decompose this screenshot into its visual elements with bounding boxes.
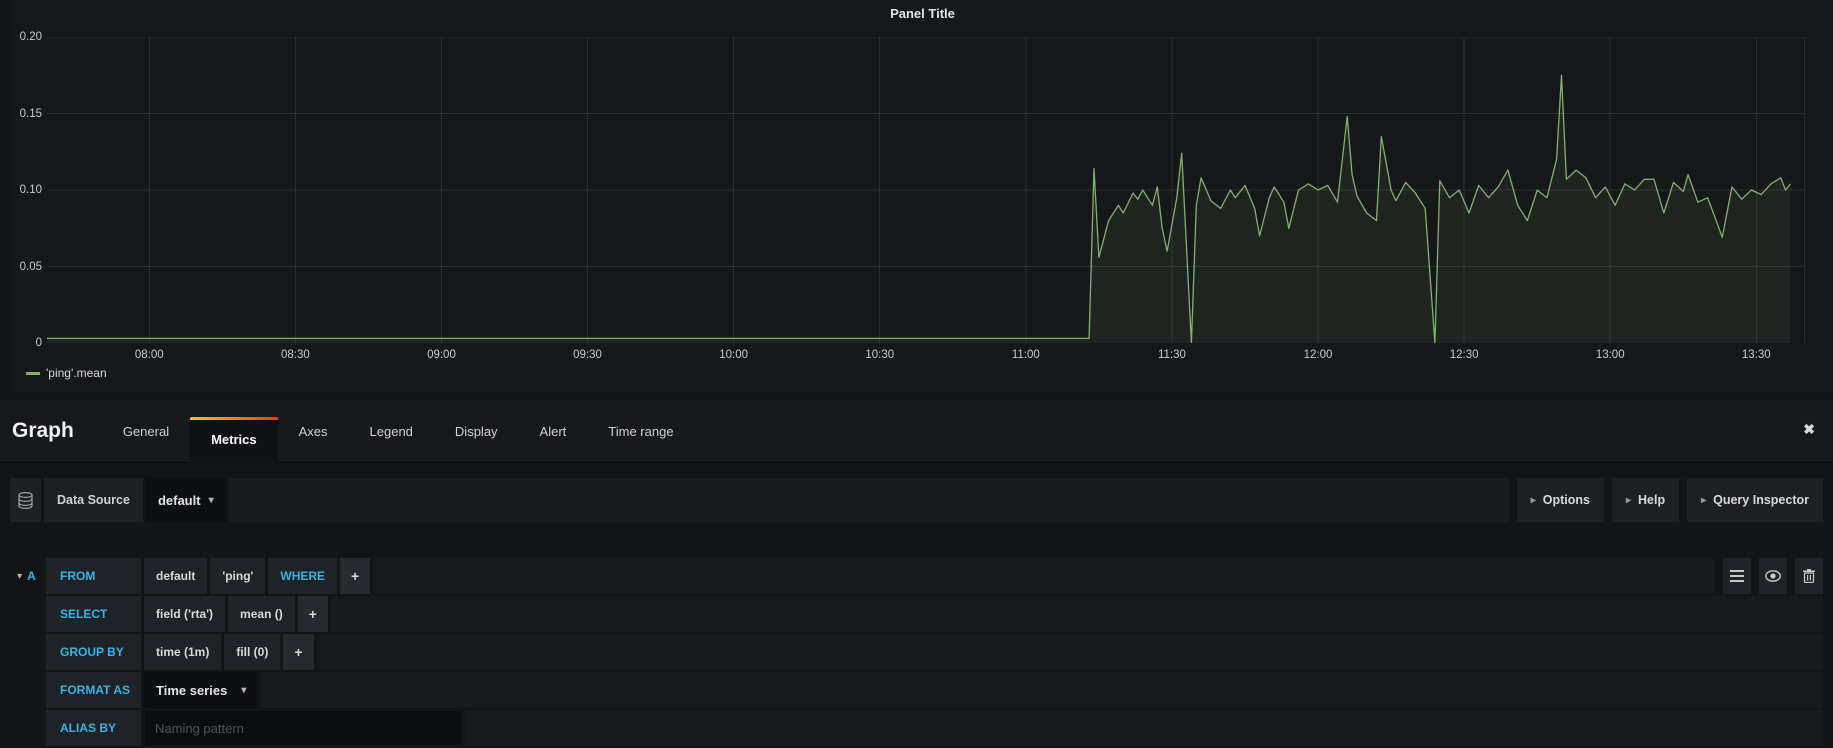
query-part-policy[interactable]: default — [144, 558, 207, 594]
datasource-row: Data Source default ▾ ▸ Options ▸ Help ▸… — [10, 478, 1823, 522]
datasource-label: Data Source — [44, 478, 143, 522]
editor-tabs: General Metrics Axes Legend Display Aler… — [102, 400, 695, 462]
query-part-fill[interactable]: fill (0) — [224, 634, 280, 670]
x-tick-label: 09:30 — [558, 349, 618, 361]
datasource-row-filler — [229, 478, 1509, 522]
tab-axes[interactable]: Axes — [278, 424, 349, 439]
y-tick-label: 0 — [12, 337, 42, 349]
query-inspector-button[interactable]: ▸ Query Inspector — [1687, 478, 1823, 522]
x-tick-label: 13:00 — [1580, 349, 1640, 361]
tab-legend[interactable]: Legend — [349, 424, 434, 439]
y-tick-label: 0.10 — [12, 184, 42, 196]
from-clause-label[interactable]: FROM — [46, 558, 141, 594]
panel-title[interactable]: Panel Title — [12, 6, 1833, 21]
x-tick-label: 09:00 — [411, 349, 471, 361]
tab-time-range[interactable]: Time range — [587, 424, 694, 439]
alias-by-label[interactable]: ALIAS BY — [46, 710, 141, 746]
plot-canvas[interactable] — [47, 37, 1805, 343]
tabbar-shadow — [0, 464, 1833, 478]
x-tick-label: 10:30 — [850, 349, 910, 361]
x-tick-label: 13:30 — [1726, 349, 1786, 361]
eye-icon — [1765, 570, 1781, 582]
where-clause-label[interactable]: WHERE — [268, 558, 337, 594]
query-menu-button[interactable] — [1723, 558, 1751, 594]
chevron-right-icon: ▸ — [1531, 495, 1536, 506]
options-button[interactable]: ▸ Options — [1517, 478, 1604, 522]
tab-alert[interactable]: Alert — [519, 424, 588, 439]
x-tick-label: 12:00 — [1288, 349, 1348, 361]
grafana-panel-editor: Panel Title 0 0.05 0.10 0.15 0.20 08:00 08:30 0… — [0, 0, 1833, 748]
query-row-filler — [465, 710, 1823, 746]
query-row-format-as: FORMAT AS Time series ▾ — [10, 672, 1823, 708]
format-as-select[interactable]: Time series ▾ — [144, 672, 258, 708]
query-delete-button[interactable] — [1795, 558, 1823, 594]
query-row-alias-by: ALIAS BY — [10, 710, 1823, 746]
query-part-measurement[interactable]: 'ping' — [210, 558, 265, 594]
y-tick-label: 0.05 — [12, 261, 42, 273]
time-series-plot[interactable] — [47, 37, 1805, 343]
query-toggle-visibility-button[interactable] — [1759, 558, 1787, 594]
help-button[interactable]: ▸ Help — [1612, 478, 1679, 522]
add-group-by-part-button[interactable]: + — [283, 634, 313, 670]
chevron-right-icon: ▸ — [1626, 495, 1631, 506]
tab-metrics[interactable]: Metrics — [190, 417, 278, 463]
x-tick-label: 11:00 — [996, 349, 1056, 361]
datasource-select[interactable]: default ▾ — [146, 478, 226, 522]
help-button-label: Help — [1638, 493, 1665, 507]
add-select-part-button[interactable]: + — [298, 596, 328, 632]
row-indent — [10, 710, 43, 746]
query-row-filler — [373, 558, 1715, 594]
x-tick-label: 11:30 — [1142, 349, 1202, 361]
close-icon[interactable]: ✖ — [1803, 422, 1815, 436]
x-tick-label: 12:30 — [1434, 349, 1494, 361]
query-row-group-by: GROUP BY time (1m) fill (0) + — [10, 634, 1823, 670]
row-indent — [10, 596, 43, 632]
alias-by-input[interactable] — [144, 710, 462, 746]
menu-icon — [1730, 570, 1744, 582]
query-row-filler — [261, 672, 1823, 708]
select-clause-label[interactable]: SELECT — [46, 596, 141, 632]
editor-tabbar: Graph General Metrics Axes Legend Displa… — [0, 400, 1833, 463]
chevron-down-icon: ▾ — [209, 495, 214, 506]
x-tick-label: 08:00 — [119, 349, 179, 361]
group-by-clause-label[interactable]: GROUP BY — [46, 634, 141, 670]
query-row-select: SELECT field ('rta') mean () + — [10, 596, 1823, 632]
editor-title: Graph — [12, 419, 74, 443]
chevron-down-icon: ▾ — [17, 571, 22, 582]
tab-general[interactable]: General — [102, 424, 190, 439]
y-tick-label: 0.20 — [12, 31, 42, 43]
legend-color-swatch[interactable] — [26, 372, 40, 375]
datasource-selected-value: default — [158, 493, 201, 508]
query-row-from: ▾ A FROM default 'ping' WHERE + — [10, 558, 1823, 594]
query-inspector-button-label: Query Inspector — [1713, 493, 1809, 507]
chevron-right-icon: ▸ — [1701, 495, 1706, 506]
row-indent — [10, 672, 43, 708]
query-row-filler — [317, 634, 1823, 670]
query-part-mean[interactable]: mean () — [228, 596, 295, 632]
x-tick-label: 10:00 — [704, 349, 764, 361]
trash-icon — [1803, 569, 1815, 583]
database-icon — [10, 478, 41, 522]
query-collapse-toggle[interactable]: ▾ A — [10, 558, 43, 594]
format-as-label[interactable]: FORMAT AS — [46, 672, 141, 708]
y-tick-label: 0.15 — [12, 108, 42, 120]
query-part-time-interval[interactable]: time (1m) — [144, 634, 221, 670]
chevron-down-icon: ▾ — [241, 685, 246, 696]
x-tick-label: 08:30 — [265, 349, 325, 361]
tab-display[interactable]: Display — [434, 424, 519, 439]
graph-panel: Panel Title 0 0.05 0.10 0.15 0.20 08:00 08:30 0… — [12, 0, 1833, 392]
add-where-button[interactable]: + — [340, 558, 370, 594]
format-as-selected-value: Time series — [156, 683, 227, 698]
query-part-field[interactable]: field ('rta') — [144, 596, 225, 632]
row-indent — [10, 634, 43, 670]
query-ref-id: A — [27, 569, 36, 583]
legend-series-label[interactable]: 'ping'.mean — [46, 366, 107, 380]
query-row-filler — [331, 596, 1823, 632]
query-editor: ▾ A FROM default 'ping' WHERE + — [10, 558, 1823, 748]
options-button-label: Options — [1543, 493, 1590, 507]
legend-item[interactable]: 'ping'.mean — [26, 366, 107, 380]
